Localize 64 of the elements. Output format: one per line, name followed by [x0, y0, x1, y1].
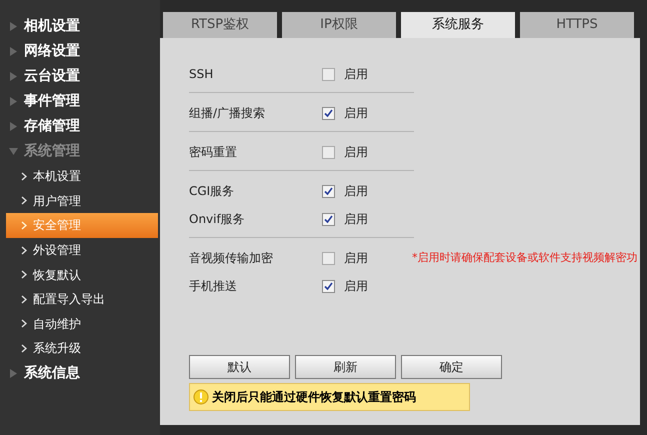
option-label: 启用	[344, 144, 368, 161]
chevron-right-icon	[21, 220, 27, 230]
action-button[interactable]: 确定	[401, 355, 502, 379]
tab[interactable]: RTSP鉴权	[163, 12, 277, 38]
action-button[interactable]: 刷新	[295, 355, 396, 379]
sidebar-subitem[interactable]: 恢复默认	[6, 262, 158, 287]
option-label: 启用	[344, 105, 368, 122]
checkmark-icon	[324, 186, 333, 196]
chevron-right-icon	[21, 196, 27, 206]
sidebar-subitem[interactable]: 配置导入导出	[6, 286, 158, 312]
checkbox[interactable]	[322, 68, 335, 80]
option-label: 启用	[344, 211, 368, 228]
checkbox[interactable]	[322, 184, 335, 198]
sidebar-subitem[interactable]: 系统升级	[6, 336, 158, 361]
setting-label: CGI服务	[189, 183, 236, 200]
action-button[interactable]: 默认	[189, 355, 290, 379]
option-label: 启用	[344, 66, 368, 83]
option-label: 启用	[344, 250, 368, 267]
setting-label: SSH	[189, 66, 214, 83]
tab[interactable]: 系统服务	[401, 12, 515, 38]
setting-label: 手机推送	[189, 278, 238, 295]
checkbox[interactable]	[322, 212, 335, 226]
option-label: 启用	[344, 183, 368, 200]
setting-label: Onvif服务	[189, 211, 246, 228]
checkbox[interactable]	[322, 146, 335, 158]
sidebar-subitem[interactable]: 外设管理	[6, 238, 158, 262]
tab[interactable]: IP权限	[282, 12, 396, 38]
sidebar-subitem[interactable]: 用户管理	[6, 188, 158, 214]
warning-text: 关闭后只能通过硬件恢复默认重置密码	[212, 389, 416, 406]
chevron-right-icon	[21, 344, 27, 353]
checkbox[interactable]	[322, 252, 335, 264]
checkmark-icon	[324, 214, 333, 224]
option-label: 启用	[344, 278, 368, 295]
chevron-right-icon	[21, 172, 27, 181]
checkbox[interactable]	[322, 106, 335, 120]
chevron-right-icon	[21, 270, 27, 280]
chevron-right-icon	[21, 246, 27, 255]
right-triangle-icon	[9, 47, 18, 56]
right-triangle-icon	[9, 368, 18, 378]
warning-note: *启用时请确保配套设备或软件支持视频解密功	[412, 250, 638, 266]
sidebar-item[interactable]: 存储管理	[0, 114, 160, 139]
chevron-right-icon	[21, 294, 27, 304]
right-triangle-icon	[9, 122, 18, 131]
checkbox[interactable]	[322, 280, 335, 292]
checkmark-icon	[324, 108, 333, 118]
tab[interactable]: HTTPS	[520, 12, 634, 38]
down-triangle-icon	[9, 147, 18, 156]
checkmark-icon	[324, 282, 333, 290]
chevron-right-icon	[21, 319, 27, 328]
sidebar-item[interactable]: 系统信息	[0, 360, 160, 386]
sidebar-item[interactable]: 云台设置	[0, 64, 160, 89]
right-triangle-icon	[9, 97, 18, 106]
sidebar-item[interactable]: 事件管理	[0, 89, 160, 114]
setting-label: 音视频传输加密	[189, 250, 274, 267]
sidebar-item[interactable]: 网络设置	[0, 39, 160, 64]
sidebar-subitem[interactable]: 本机设置	[6, 164, 158, 189]
right-triangle-icon	[9, 22, 18, 31]
warning-icon	[193, 389, 209, 405]
setting-label: 密码重置	[189, 144, 238, 161]
sidebar-item[interactable]: 相机设置	[0, 14, 160, 39]
right-triangle-icon	[9, 72, 18, 81]
setting-label: 组播/广播搜索	[189, 105, 266, 122]
sidebar-item[interactable]: 系统管理	[0, 139, 160, 164]
sidebar-subitem[interactable]: 自动维护	[6, 312, 158, 336]
